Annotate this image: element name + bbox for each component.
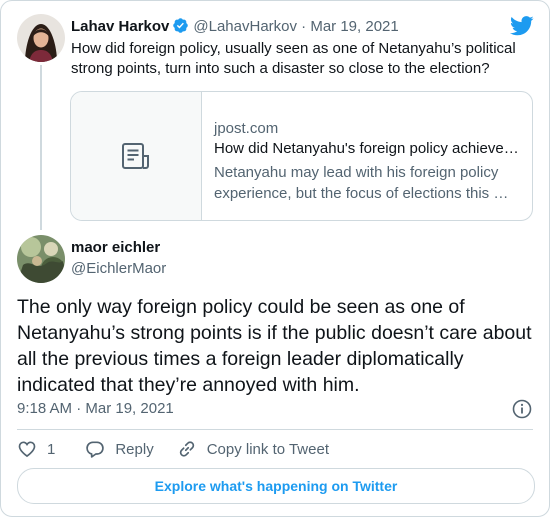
link-icon: [179, 441, 194, 457]
link-title: How did Netanyahu's foreign policy achie…: [214, 140, 519, 157]
actions-divider: [17, 429, 533, 430]
embedded-tweet-card: Lahav Harkov @LahavHarkov · Mar 19, 2021 …: [0, 0, 550, 517]
like-count: 1: [47, 440, 56, 458]
link-thumbnail: [71, 92, 202, 220]
parent-author-name[interactable]: Lahav Harkov: [71, 18, 169, 35]
link-preview-card[interactable]: jpost.com How did Netanyahu's foreign po…: [70, 91, 533, 221]
parent-author-handle[interactable]: @LahavHarkov: [193, 18, 297, 35]
thread-connector-line: [40, 65, 42, 230]
tweet-actions-bar: 1 Reply Copy link to Tweet: [17, 437, 329, 461]
reply-button[interactable]: Reply: [85, 439, 154, 459]
link-description: Netanyahu may lead with his foreign poli…: [214, 164, 509, 202]
reply-author-handle[interactable]: @EichlerMaor: [71, 260, 166, 277]
reply-timestamp[interactable]: 9:18 AM · Mar 19, 2021: [17, 400, 174, 417]
link-domain: jpost.com: [214, 120, 279, 137]
heart-icon: [18, 441, 36, 458]
parent-tweet-text: How did foreign policy, usually seen as …: [71, 40, 516, 77]
reply-author-avatar[interactable]: [17, 235, 65, 283]
explore-twitter-button[interactable]: Explore what's happening on Twitter: [17, 468, 535, 504]
parent-tweet-date[interactable]: Mar 19, 2021: [310, 18, 398, 35]
parent-tweet-header: Lahav Harkov @LahavHarkov · Mar 19, 2021: [71, 17, 399, 37]
dot-separator: ·: [301, 18, 307, 35]
twitter-bird-icon[interactable]: [509, 15, 534, 37]
like-button[interactable]: 1: [17, 439, 55, 459]
reply-icon: [86, 441, 105, 458]
info-icon[interactable]: [512, 399, 532, 424]
copy-link-label: Copy link to Tweet: [206, 440, 329, 458]
reply-tweet-text: The only way foreign policy could be see…: [17, 296, 532, 396]
verified-badge-icon: [173, 18, 189, 33]
reply-label: Reply: [115, 440, 154, 458]
reply-author-name[interactable]: maor eichler: [71, 239, 160, 256]
copy-link-button[interactable]: Copy link to Tweet: [177, 439, 329, 459]
document-icon: [122, 143, 149, 169]
parent-author-avatar[interactable]: [17, 14, 65, 62]
